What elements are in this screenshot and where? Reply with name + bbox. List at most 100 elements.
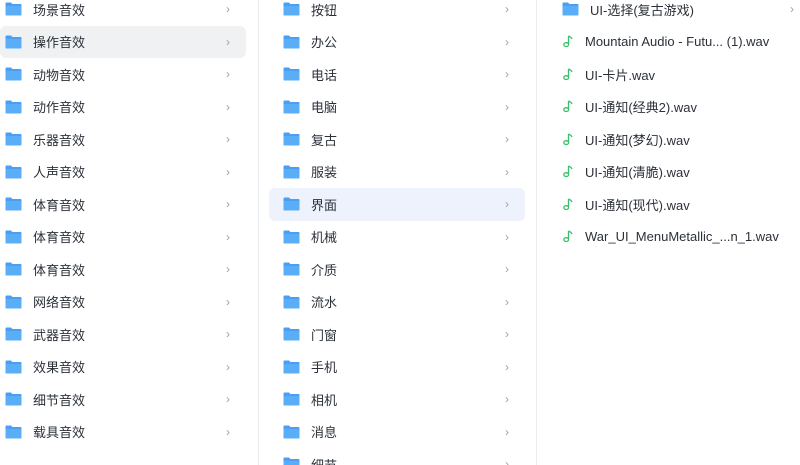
chevron-right-icon: › <box>226 262 230 277</box>
chevron-right-icon: › <box>226 99 230 114</box>
subcategories-row[interactable]: 办公 › <box>269 26 525 59</box>
category-list: 场景音效 › 操作音效 › 动物音效 › 动作音效 › 乐器音效 › 人声音效 › 体育音效 › 体育音效 ›… <box>0 0 258 448</box>
folder-icon <box>5 230 22 244</box>
chevron-right-icon: › <box>505 99 509 114</box>
subcategories-row[interactable]: 介质 › <box>269 253 525 286</box>
folder-icon <box>283 100 300 114</box>
chevron-right-icon: › <box>226 229 230 244</box>
folder-icon <box>283 295 300 309</box>
categories-row[interactable]: 体育音效 › <box>0 188 246 221</box>
categories-row[interactable]: 效果音效 › <box>0 351 246 384</box>
categories-row[interactable]: 乐器音效 › <box>0 123 246 156</box>
subcategory-list: 按钮 › 办公 › 电话 › 电脑 › 复古 › 服装 › 界面 › 机械 › 介质 › 流水 › 门窗 › 手机 › 相机 › 消… <box>258 0 536 465</box>
files-row[interactable]: UI-通知(经典2).wav <box>537 91 792 124</box>
subcategories-row[interactable]: 消息 › <box>269 416 525 449</box>
chevron-right-icon: › <box>226 67 230 82</box>
files-row[interactable]: UI-选择(复古游戏) › <box>537 0 794 26</box>
categories-row[interactable]: 操作音效 › <box>0 25 246 58</box>
subcategories-row[interactable]: 相机 › <box>269 383 525 416</box>
subcategory-column: 按钮 › 办公 › 电话 › 电脑 › 复古 › 服装 › 界面 › 机械 › 介质 › 流水 › 门窗 › 手机 › 相机 › 消… <box>258 0 537 465</box>
categories-row[interactable]: 动物音效 › <box>0 58 246 91</box>
categories-label: 效果音效 <box>33 360 86 376</box>
categories-row[interactable]: 武器音效 › <box>0 318 246 351</box>
files-row[interactable]: War_UI_MenuMetallic_...n_1.wav <box>537 221 792 254</box>
files-row[interactable]: UI-卡片.wav <box>537 58 792 91</box>
categories-row[interactable]: 体育音效 › <box>0 221 246 254</box>
categories-row[interactable]: 网络音效 › <box>0 286 246 319</box>
column-browser: 场景音效 › 操作音效 › 动物音效 › 动作音效 › 乐器音效 › 人声音效 › 体育音效 › 体育音效 ›… <box>0 0 800 465</box>
folder-icon <box>283 197 300 211</box>
subcategories-row[interactable]: 细节 › <box>269 448 525 465</box>
subcategories-label: 介质 <box>311 262 338 278</box>
chevron-right-icon: › <box>226 2 230 17</box>
audio-file-icon <box>562 230 574 243</box>
categories-row[interactable]: 细节音效 › <box>0 383 246 416</box>
categories-label: 动物音效 <box>33 67 86 83</box>
chevron-right-icon: › <box>226 294 230 309</box>
folder-icon <box>5 425 22 439</box>
folder-icon <box>5 165 22 179</box>
files-label: UI-通知(经典2).wav <box>585 100 697 116</box>
chevron-right-icon: › <box>505 132 509 147</box>
chevron-right-icon: › <box>226 132 230 147</box>
folder-icon <box>5 67 22 81</box>
files-row[interactable]: Mountain Audio - Futu... (1).wav <box>537 26 792 59</box>
files-label: UI-通知(现代).wav <box>585 197 690 213</box>
chevron-right-icon: › <box>505 457 509 465</box>
subcategories-row[interactable]: 门窗 › <box>269 318 525 351</box>
subcategories-row[interactable]: 机械 › <box>269 221 525 254</box>
subcategories-label: 电话 <box>311 67 338 83</box>
categories-label: 操作音效 <box>33 35 86 51</box>
chevron-right-icon: › <box>226 327 230 342</box>
chevron-right-icon: › <box>505 294 509 309</box>
files-label: UI-通知(梦幻).wav <box>585 132 690 148</box>
folder-icon <box>5 392 22 406</box>
folder-icon <box>283 165 300 179</box>
subcategories-label: 消息 <box>311 425 338 441</box>
categories-row[interactable]: 载具音效 › <box>0 416 246 449</box>
chevron-right-icon: › <box>226 34 230 49</box>
subcategories-row[interactable]: 服装 › <box>269 156 525 189</box>
chevron-right-icon: › <box>505 197 509 212</box>
folder-icon <box>283 327 300 341</box>
subcategories-label: 界面 <box>311 197 338 213</box>
subcategories-row[interactable]: 电脑 › <box>269 91 525 124</box>
subcategories-label: 按钮 <box>311 2 338 18</box>
chevron-right-icon: › <box>226 359 230 374</box>
chevron-right-icon: › <box>505 359 509 374</box>
chevron-right-icon: › <box>226 164 230 179</box>
folder-icon <box>283 360 300 374</box>
folder-icon <box>562 2 579 16</box>
subcategories-row[interactable]: 电话 › <box>269 58 525 91</box>
chevron-right-icon: › <box>505 392 509 407</box>
folder-icon <box>5 327 22 341</box>
folder-icon <box>5 262 22 276</box>
audio-file-icon <box>562 133 574 146</box>
categories-label: 体育音效 <box>33 262 86 278</box>
subcategories-row[interactable]: 按钮 › <box>269 0 525 26</box>
files-row[interactable]: UI-通知(清脆).wav <box>537 156 792 189</box>
chevron-right-icon: › <box>226 424 230 439</box>
categories-row[interactable]: 体育音效 › <box>0 253 246 286</box>
subcategories-label: 门窗 <box>311 327 338 343</box>
subcategories-row[interactable]: 流水 › <box>269 286 525 319</box>
categories-row[interactable]: 动作音效 › <box>0 91 246 124</box>
files-row[interactable]: UI-通知(梦幻).wav <box>537 123 792 156</box>
folder-icon <box>283 2 300 16</box>
folder-icon <box>5 132 22 146</box>
categories-label: 乐器音效 <box>33 132 86 148</box>
audio-file-icon <box>562 68 574 81</box>
folder-icon <box>283 262 300 276</box>
subcategories-label: 细节 <box>311 455 337 465</box>
categories-label: 人声音效 <box>33 165 86 181</box>
folder-icon <box>5 35 22 49</box>
categories-row[interactable]: 人声音效 › <box>0 156 246 189</box>
subcategories-row[interactable]: 复古 › <box>269 123 525 156</box>
files-row[interactable]: UI-通知(现代).wav <box>537 188 792 221</box>
categories-row[interactable]: 场景音效 › <box>0 0 246 26</box>
files-label: UI-通知(清脆).wav <box>585 165 690 181</box>
subcategories-row[interactable]: 界面 › <box>269 188 525 221</box>
chevron-right-icon: › <box>505 424 509 439</box>
categories-label: 体育音效 <box>33 197 86 213</box>
subcategories-row[interactable]: 手机 › <box>269 351 525 384</box>
